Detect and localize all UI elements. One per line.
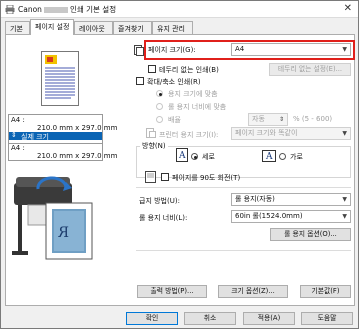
paper-source-value: 롤 용지(자동) bbox=[235, 195, 275, 203]
tab-basic[interactable]: 기본 bbox=[5, 21, 30, 34]
landscape-label: 가로 bbox=[290, 153, 303, 161]
printer-paper-icon bbox=[146, 128, 156, 138]
apply-button[interactable]: 적용(A) bbox=[243, 312, 295, 325]
size-options-button[interactable]: 크기 옵션(Z)... bbox=[218, 285, 288, 298]
tab-layout[interactable]: 레이아웃 bbox=[74, 21, 113, 34]
chevron-down-icon: ▼ bbox=[342, 213, 347, 220]
fit-roll-radio[interactable] bbox=[156, 103, 163, 110]
title-prefix: Canon bbox=[18, 5, 42, 14]
divider-2 bbox=[136, 250, 351, 251]
printer-paper-value: 페이지 크기와 똑같이 bbox=[235, 129, 298, 137]
redacted-model-name bbox=[43, 7, 68, 13]
scaled-printing-checkbox[interactable] bbox=[136, 77, 144, 85]
title-bar: Canon 인쇄 기본 설정 ✕ bbox=[1, 1, 358, 18]
output-info-box: A4 : 210.0 mm x 297.0 mm bbox=[8, 143, 117, 161]
paper-info-box: A4 : 210.0 mm x 297.0 mm ⇕ 실제 크기 bbox=[8, 114, 117, 144]
printing-preferences-window: Canon 인쇄 기본 설정 ✕ 기본 페이지 설정 레이아웃 즐겨찾기 유지 관… bbox=[0, 0, 359, 329]
printer-paper-select[interactable]: 페이지 크기와 똑같이 ▼ bbox=[231, 127, 351, 140]
portrait-label: 세로 bbox=[202, 153, 215, 161]
orientation-label: 방향(N) bbox=[140, 141, 168, 151]
chevron-down-icon: ▼ bbox=[342, 46, 347, 53]
divider bbox=[136, 187, 351, 188]
rotate-page-icon bbox=[145, 171, 156, 183]
tab-favorites[interactable]: 즐겨찾기 bbox=[113, 21, 152, 34]
rotate-90-label: 페이지를 90도 회전(T) bbox=[172, 174, 241, 182]
cancel-button[interactable]: 취소 bbox=[184, 312, 236, 325]
rotate-90-checkbox[interactable] bbox=[161, 173, 169, 181]
scale-label: 배율 bbox=[168, 116, 181, 124]
scale-radio[interactable] bbox=[156, 116, 163, 123]
landscape-radio[interactable] bbox=[279, 153, 286, 160]
output-size-name: A4 : bbox=[11, 144, 25, 152]
borderless-checkbox[interactable] bbox=[148, 65, 156, 73]
page-size-value: A4 bbox=[235, 45, 245, 53]
scale-value: 자동 bbox=[252, 115, 265, 123]
page-setup-panel: A4 : 210.0 mm x 297.0 mm ⇕ 실제 크기 A4 : 21… bbox=[5, 34, 355, 306]
scale-range: % (5 - 600) bbox=[293, 115, 333, 123]
close-icon[interactable]: ✕ bbox=[344, 3, 352, 14]
roll-width-label: 롤 용지 너비(L): bbox=[139, 214, 188, 222]
page-size-label: 페이지 크기(G): bbox=[148, 46, 196, 54]
tab-maintenance[interactable]: 유지 관리 bbox=[152, 21, 193, 34]
paper-dimensions: 210.0 mm x 297.0 mm bbox=[37, 124, 118, 132]
output-dimensions: 210.0 mm x 297.0 mm bbox=[37, 152, 118, 160]
scaled-printing-label: 확대/축소 인쇄(R) bbox=[147, 78, 201, 86]
roll-options-button[interactable]: 롤 용지 옵션(O)... bbox=[270, 228, 351, 241]
tab-page-setup[interactable]: 페이지 설정 bbox=[30, 19, 74, 35]
size-mode-row: ⇕ 실제 크기 bbox=[9, 131, 102, 141]
page-size-select[interactable]: A4 ▼ bbox=[231, 43, 351, 56]
printer-illustration: R bbox=[12, 176, 93, 260]
printer-letter: R bbox=[58, 225, 69, 241]
output-method-button[interactable]: 출력 방법(P)... bbox=[137, 285, 207, 298]
fit-roll-label: 롤 용지 너비에 맞춤 bbox=[168, 103, 227, 111]
page-size-icon bbox=[134, 45, 144, 56]
printer-paper-label: 프린터 용지 크기(I): bbox=[159, 131, 219, 139]
fit-paper-radio[interactable] bbox=[156, 90, 163, 97]
portrait-radio[interactable] bbox=[191, 153, 198, 160]
svg-text:A: A bbox=[265, 152, 273, 162]
ok-button[interactable]: 확인 bbox=[126, 312, 178, 325]
roll-width-value: 60in 롤(1524.0mm) bbox=[235, 212, 303, 220]
borderless-settings-button[interactable]: 테두리 없는 설정(E)... bbox=[269, 63, 351, 76]
scale-spinner[interactable]: 자동 ⇕ bbox=[248, 113, 288, 126]
spinner-arrows-icon: ⇕ bbox=[278, 116, 284, 123]
fit-paper-label: 용지 크기에 맞춤 bbox=[168, 90, 218, 98]
borderless-label: 테두리 없는 인쇄(B) bbox=[159, 66, 219, 74]
landscape-icon: A bbox=[262, 150, 276, 162]
help-button[interactable]: 도움말 bbox=[301, 312, 353, 325]
roll-width-select[interactable]: 60in 롤(1524.0mm) ▼ bbox=[231, 210, 351, 223]
title-suffix: 인쇄 기본 설정 bbox=[69, 5, 117, 14]
chevron-down-icon: ▼ bbox=[342, 130, 347, 137]
window-title: Canon 인쇄 기본 설정 bbox=[18, 4, 116, 15]
paper-size-name: A4 : bbox=[11, 116, 25, 124]
paper-source-label: 급지 방법(U): bbox=[139, 197, 180, 205]
arrows-icon: ⇕ bbox=[11, 131, 17, 139]
paper-source-select[interactable]: 롤 용지(자동) ▼ bbox=[231, 193, 351, 206]
defaults-button[interactable]: 기본값(F) bbox=[300, 285, 351, 298]
chevron-down-icon: ▼ bbox=[342, 196, 347, 203]
size-mode-label: 실제 크기 bbox=[21, 133, 49, 141]
svg-text:A: A bbox=[178, 151, 186, 161]
printer-icon bbox=[5, 5, 15, 14]
portrait-icon: A bbox=[176, 148, 188, 162]
